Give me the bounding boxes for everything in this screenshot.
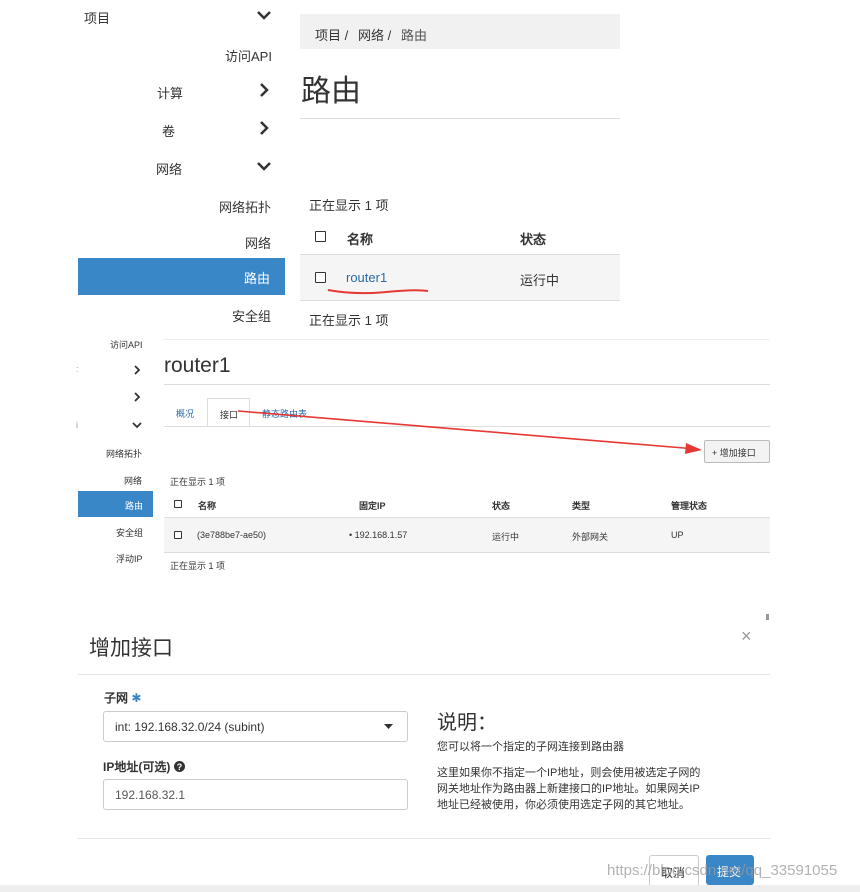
column-header-fixed-ip[interactable]: 固定IP xyxy=(359,499,386,512)
breadcrumb: 项目 / 网络 / 路由 xyxy=(300,14,620,49)
sidebar-item-security-groups[interactable]: 安全组 xyxy=(116,526,143,539)
page-title: router1 xyxy=(164,354,231,377)
divider xyxy=(164,339,770,340)
close-icon[interactable]: × xyxy=(741,626,752,647)
interface-type: 外部网关 xyxy=(572,532,609,542)
chevron-down-icon[interactable] xyxy=(255,6,273,24)
sidebar-item-security-groups[interactable]: 安全组 xyxy=(232,306,271,325)
column-header-status[interactable]: 状态 xyxy=(520,229,546,248)
watermark: https://blog.csdn.net/qq_33591055 xyxy=(607,862,838,879)
subnet-label: 子网 ✱ xyxy=(104,689,141,706)
tab-overview[interactable]: 概况 xyxy=(176,407,194,420)
description-line: 网关地址作为路由器上新建接口的IP地址。如果网关IP xyxy=(437,783,700,795)
interface-link[interactable]: (3e788be7-ae50) xyxy=(197,530,266,540)
chevron-right-icon[interactable] xyxy=(255,81,273,99)
column-header-status[interactable]: 状态 xyxy=(492,499,510,512)
ip-address-label: IP地址(可选) ? xyxy=(103,758,185,775)
sidebar-item-network-topology[interactable]: 网络拓扑 xyxy=(106,447,142,460)
divider xyxy=(78,674,770,675)
column-header-type[interactable]: 类型 xyxy=(572,499,590,512)
description-intro: 您可以将一个指定的子网连接到路由器 xyxy=(437,741,624,753)
underline-annotation xyxy=(327,289,429,295)
add-interface-label: + 增加接口 xyxy=(712,448,756,458)
select-all-checkbox[interactable] xyxy=(315,231,326,242)
arrow-annotation xyxy=(237,410,702,454)
help-icon[interactable]: ? xyxy=(173,761,185,772)
sidebar-fragment: : xyxy=(76,364,79,374)
item-count: 正在显示 1 项 xyxy=(309,198,389,213)
sidebar-item-network-topology[interactable]: 网络拓扑 xyxy=(219,197,271,216)
item-count: 正在显示 1 项 xyxy=(309,313,389,328)
row-checkbox[interactable] xyxy=(174,531,182,539)
sidebar-item-networks[interactable]: 网络 xyxy=(245,233,271,252)
modal-edge xyxy=(766,614,769,620)
required-icon: ✱ xyxy=(131,691,142,705)
sidebar-item-api-access[interactable]: 访问API xyxy=(110,338,143,351)
item-count: 正在显示 1 项 xyxy=(170,561,226,571)
interface-admin-state: UP xyxy=(671,530,684,540)
description-line: 这里如果你不指定一个IP地址，则会使用被选定子网的 xyxy=(437,767,701,779)
sidebar-fragment: i xyxy=(76,420,78,430)
sidebar-item-label: 路由 xyxy=(243,271,270,286)
row-checkbox[interactable] xyxy=(315,272,326,283)
chevron-down-icon[interactable] xyxy=(255,157,273,175)
divider xyxy=(78,838,770,839)
router-link[interactable]: router1 xyxy=(346,270,387,285)
page-title: 路由 xyxy=(301,74,361,109)
select-all-checkbox[interactable] xyxy=(174,500,182,508)
sidebar-item-routers[interactable]: 路由 xyxy=(78,491,153,517)
ip-address-placeholder: 192.168.32.1 xyxy=(115,788,186,802)
bottom-scrollbar[interactable] xyxy=(0,885,860,892)
interface-status: 运行中 xyxy=(492,532,520,542)
description-line: 地址已经被使用，你必须使用选定子网的其它地址。 xyxy=(437,799,690,811)
add-interface-button[interactable]: + 增加接口 xyxy=(704,440,770,463)
router-status: 运行中 xyxy=(520,273,560,288)
sidebar-item-compute[interactable]: 计算 xyxy=(157,83,183,102)
sidebar-item-project[interactable]: 项目 xyxy=(84,8,110,27)
sidebar-item-network[interactable]: 网络 xyxy=(156,159,182,178)
divider xyxy=(300,118,620,119)
svg-text:?: ? xyxy=(176,762,182,772)
caret-down-icon xyxy=(384,724,393,729)
modal-title: 增加接口 xyxy=(89,637,173,660)
subnet-select-value: int: 192.168.32.0/24 (subint) xyxy=(115,720,265,734)
column-header-name[interactable]: 名称 xyxy=(198,499,216,512)
chevron-right-icon[interactable] xyxy=(131,391,143,403)
interface-ip: • 192.168.1.57 xyxy=(349,530,408,540)
sidebar-item-floating-ip[interactable]: 浮动IP xyxy=(116,552,143,565)
item-count: 正在显示 1 项 xyxy=(170,477,226,487)
breadcrumb-item[interactable]: 网络 / xyxy=(358,25,391,44)
sidebar-item-volumes[interactable]: 卷 xyxy=(162,121,175,140)
breadcrumb-item: 路由 xyxy=(401,28,428,43)
subnet-label-text: 子网 xyxy=(104,691,129,705)
ip-address-input[interactable]: 192.168.32.1 xyxy=(103,779,408,810)
divider xyxy=(164,384,770,385)
description-title: 说明： xyxy=(437,712,497,734)
column-header-name[interactable]: 名称 xyxy=(347,229,373,248)
sidebar-item-routers[interactable]: 路由 xyxy=(78,258,285,295)
chevron-right-icon[interactable] xyxy=(131,364,143,376)
chevron-right-icon[interactable] xyxy=(255,119,273,137)
sidebar-item-networks[interactable]: 网络 xyxy=(124,474,142,487)
chevron-down-icon[interactable] xyxy=(131,419,143,431)
column-header-admin-state[interactable]: 管理状态 xyxy=(671,499,707,512)
breadcrumb-item[interactable]: 项目 / xyxy=(315,25,348,44)
subnet-select[interactable]: int: 192.168.32.0/24 (subint) xyxy=(103,711,408,742)
sidebar-item-label: 路由 xyxy=(124,501,143,511)
ip-address-label-text: IP地址(可选) xyxy=(103,760,171,774)
sidebar-item-api-access[interactable]: 访问API xyxy=(225,46,272,65)
